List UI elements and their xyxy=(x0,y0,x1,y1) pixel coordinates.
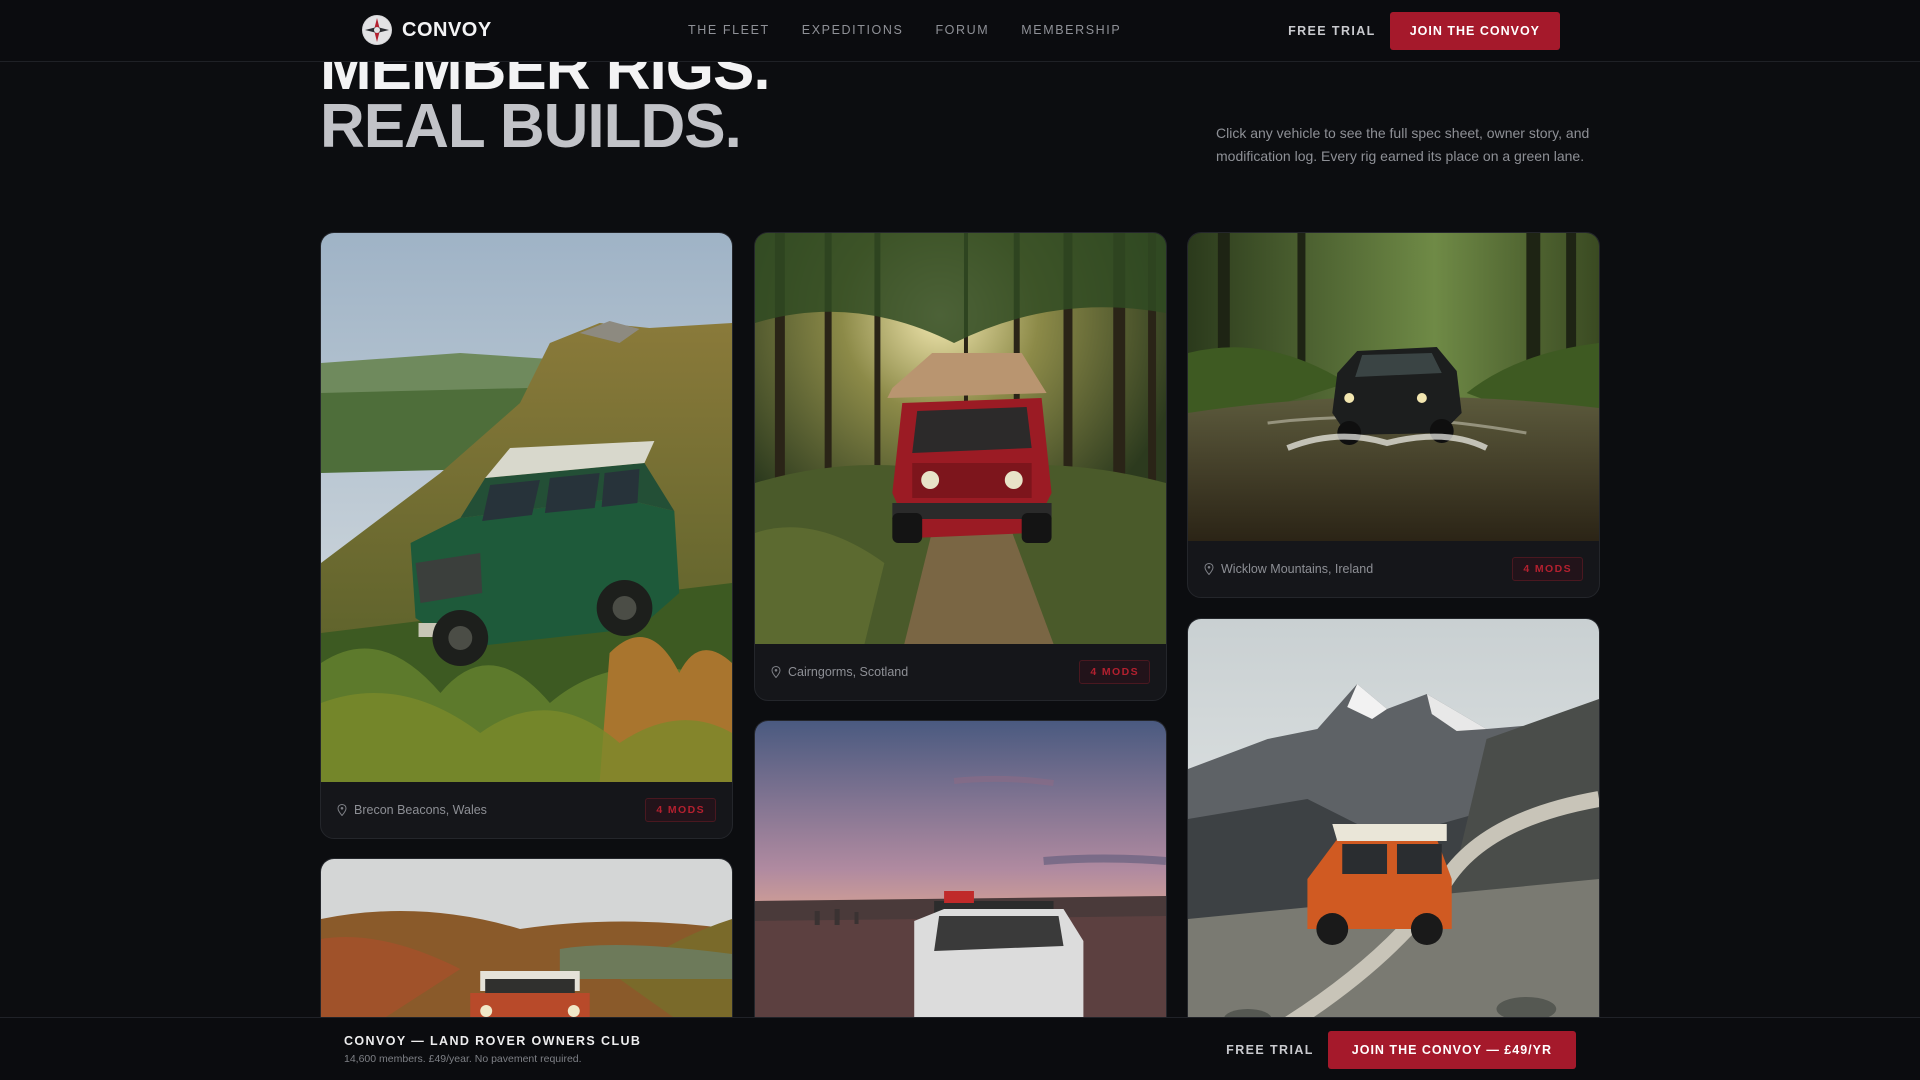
top-nav: CONVOY THE FLEET EXPEDITIONS FORUM MEMBE… xyxy=(0,0,1920,62)
club-title: CONVOY — LAND ROVER OWNERS CLUB xyxy=(344,1034,642,1048)
mods-badge: 4 MODS xyxy=(1512,557,1583,581)
rig-card[interactable]: Cairngorms, Scotland 4 MODS xyxy=(754,232,1167,701)
club-subtitle: 14,600 members. £49/year. No pavement re… xyxy=(344,1053,582,1065)
location-label: Cairngorms, Scotland xyxy=(788,665,909,679)
sticky-cta-bar: CONVOY — LAND ROVER OWNERS CLUB 14,600 m… xyxy=(0,1017,1920,1080)
rig-photo[interactable] xyxy=(755,721,1166,1049)
card-footer: Cairngorms, Scotland 4 MODS xyxy=(755,644,1166,700)
card-footer: Wicklow Mountains, Ireland 4 MODS xyxy=(1188,541,1599,597)
mods-badge: 4 MODS xyxy=(645,798,716,822)
rig-photo[interactable] xyxy=(755,233,1166,644)
rig-card[interactable]: Brecon Beacons, Wales 4 MODS xyxy=(320,232,733,839)
location-pin-icon xyxy=(337,804,347,816)
rig-photo[interactable] xyxy=(1188,619,1599,1047)
location-label: Wicklow Mountains, Ireland xyxy=(1221,562,1374,576)
join-price-button[interactable]: JOIN THE CONVOY — £49/YR xyxy=(1327,1031,1576,1069)
rig-card[interactable] xyxy=(1187,618,1600,1048)
location: Wicklow Mountains, Ireland xyxy=(1204,562,1373,576)
join-button[interactable]: JOIN THE CONVOY xyxy=(1389,12,1560,50)
nav-link-expeditions[interactable]: EXPEDITIONS xyxy=(802,23,904,37)
brand-name: CONVOY xyxy=(402,18,492,41)
intro-text: Click any vehicle to see the full spec s… xyxy=(1216,125,1590,164)
location: Cairngorms, Scotland xyxy=(771,665,908,679)
title-line-2: REAL BUILDS. xyxy=(320,92,742,161)
rig-photo[interactable] xyxy=(1188,233,1599,541)
card-footer: Brecon Beacons, Wales 4 MODS xyxy=(321,782,732,838)
location-label: Brecon Beacons, Wales xyxy=(354,803,487,817)
nav-link-membership[interactable]: MEMBERSHIP xyxy=(1021,23,1121,37)
rig-card[interactable]: Wicklow Mountains, Ireland 4 MODS xyxy=(1187,232,1600,598)
rig-photo[interactable] xyxy=(321,233,732,782)
nav-link-forum[interactable]: FORUM xyxy=(935,23,989,37)
location-pin-icon xyxy=(1204,563,1214,575)
nav-links: THE FLEET EXPEDITIONS FORUM MEMBERSHIP xyxy=(688,23,1121,37)
brand[interactable]: CONVOY xyxy=(362,15,492,45)
free-trial-link[interactable]: FREE TRIAL xyxy=(1288,24,1376,38)
location-pin-icon xyxy=(771,666,781,678)
nav-actions: FREE TRIAL JOIN THE CONVOY xyxy=(1288,12,1560,50)
rig-card[interactable] xyxy=(754,720,1167,1050)
location: Brecon Beacons, Wales xyxy=(337,803,487,817)
cta-actions: FREE TRIAL JOIN THE CONVOY — £49/YR xyxy=(1226,1031,1576,1069)
free-trial-link[interactable]: FREE TRIAL xyxy=(1226,1043,1314,1057)
nav-link-the-fleet[interactable]: THE FLEET xyxy=(688,23,770,37)
compass-logo-icon xyxy=(362,15,392,45)
mods-badge: 4 MODS xyxy=(1079,660,1150,684)
